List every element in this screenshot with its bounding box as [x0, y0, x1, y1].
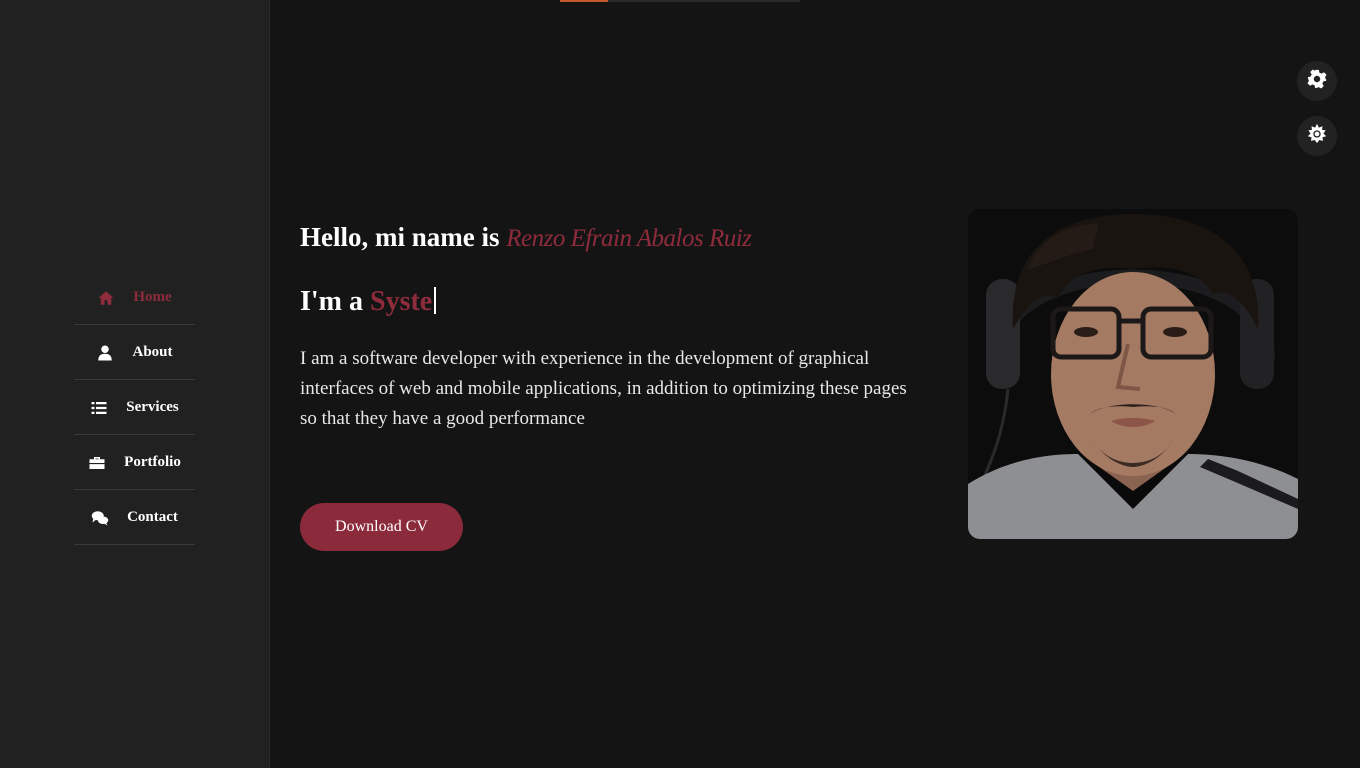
- sidebar-nav: Home About Services Portfolio Contact: [74, 271, 195, 545]
- sidebar-item-portfolio[interactable]: Portfolio: [74, 436, 195, 490]
- developer-name: Renzo Efrain Abalos Ruiz: [506, 225, 752, 252]
- profile-photo: [968, 209, 1298, 539]
- download-cv-button[interactable]: Download CV: [300, 503, 463, 551]
- list-icon: [90, 399, 108, 417]
- scroll-progress-bar: [560, 0, 800, 2]
- theme-toggle-button[interactable]: [1297, 116, 1337, 156]
- comments-icon: [91, 509, 109, 527]
- settings-button[interactable]: [1297, 61, 1337, 101]
- typed-role-text: Syste: [370, 286, 433, 317]
- sidebar-item-label: Home: [133, 289, 172, 305]
- sidebar-item-label: Contact: [127, 509, 178, 525]
- typing-caret: [434, 287, 437, 314]
- sidebar-item-contact[interactable]: Contact: [74, 491, 195, 545]
- sidebar-item-label: Portfolio: [124, 454, 181, 470]
- sidebar-item-label: Services: [126, 399, 179, 415]
- sidebar-item-services[interactable]: Services: [74, 381, 195, 435]
- sidebar-item-label: About: [132, 344, 173, 360]
- home-icon: [97, 289, 115, 307]
- gear-icon: [1306, 68, 1328, 95]
- greeting-heading: Hello, mi name is Renzo Efrain Abalos Ru…: [300, 222, 752, 253]
- role-prefix: I'm a: [300, 286, 370, 317]
- sidebar-item-home[interactable]: Home: [74, 271, 195, 325]
- briefcase-icon: [88, 454, 106, 472]
- sun-icon: [1306, 123, 1328, 150]
- scroll-progress-fill: [560, 0, 608, 2]
- role-heading: I'm a Syste: [300, 286, 437, 318]
- sidebar-item-about[interactable]: About: [74, 326, 195, 380]
- sidebar: Home About Services Portfolio Contact: [0, 0, 270, 768]
- hero-description: I am a software developer with experienc…: [300, 348, 907, 429]
- greeting-prefix: Hello, mi name is: [300, 222, 507, 252]
- user-icon: [96, 344, 114, 362]
